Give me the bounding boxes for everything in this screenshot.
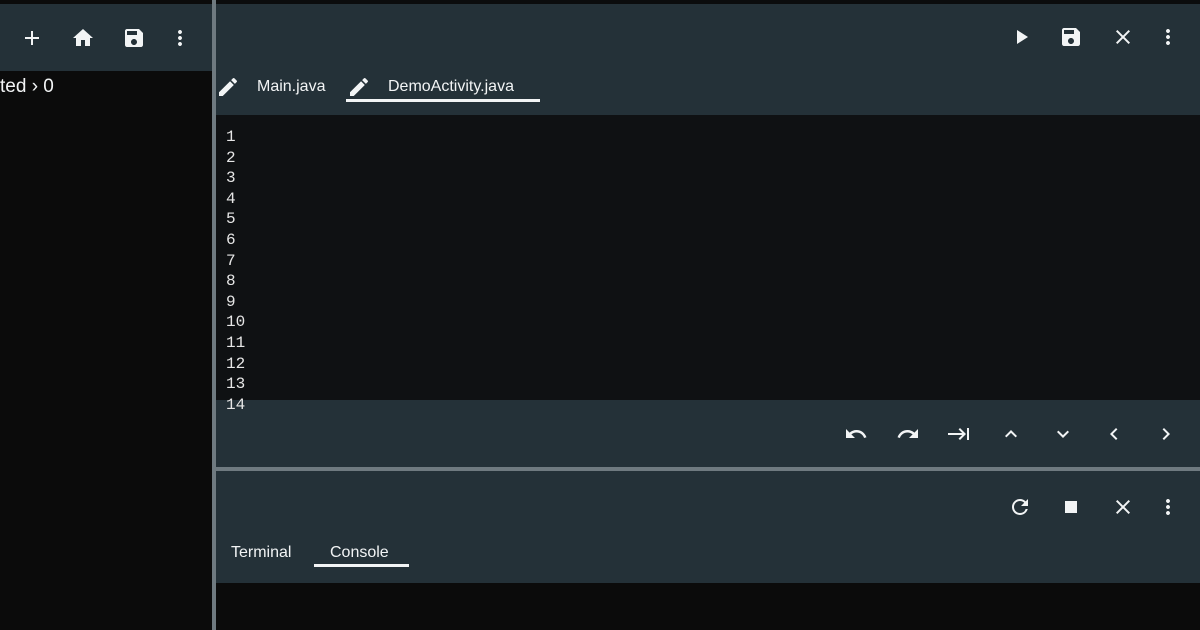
- line-number: 3: [226, 169, 236, 188]
- redo-icon[interactable]: [892, 418, 924, 450]
- app-root: ted › 0 Main.java DemoActivity.java 1 2 …: [0, 0, 1200, 630]
- save-icon[interactable]: [118, 22, 150, 54]
- file-explorer-panel: ted › 0: [0, 0, 212, 630]
- chevron-down-icon[interactable]: [1047, 418, 1079, 450]
- undo-icon[interactable]: [840, 418, 872, 450]
- code-editor[interactable]: 1 2 3 4 5 6 7 8 9 10 11 12 13 14: [216, 115, 1200, 414]
- editor-toolbar: [216, 4, 1200, 69]
- refresh-icon[interactable]: [1004, 491, 1036, 523]
- line-number: 12: [226, 354, 246, 373]
- chevron-up-icon[interactable]: [995, 418, 1027, 450]
- line-number-gutter: 1 2 3 4 5 6 7 8 9 10 11 12 13 14: [226, 127, 266, 415]
- edit-pencil-icon: [347, 75, 371, 99]
- tab-indent-icon[interactable]: [943, 418, 975, 450]
- tab-terminal[interactable]: Terminal: [231, 536, 291, 570]
- breadcrumb[interactable]: ted › 0: [0, 76, 54, 100]
- console-panel: Terminal Console: [216, 471, 1200, 583]
- tab-label: Console: [330, 544, 389, 561]
- line-number: 4: [226, 189, 236, 208]
- home-icon[interactable]: [67, 22, 99, 54]
- editor-tabs: Main.java DemoActivity.java: [216, 70, 1200, 112]
- chevron-right-icon[interactable]: [1150, 418, 1182, 450]
- plus-icon[interactable]: [16, 22, 48, 54]
- tab-label: Main.java: [257, 78, 326, 95]
- more-vert-icon[interactable]: [1152, 21, 1184, 53]
- line-number: 10: [226, 313, 246, 332]
- stop-icon[interactable]: [1055, 491, 1087, 523]
- line-number: 5: [226, 210, 236, 229]
- line-number: 8: [226, 272, 236, 291]
- editor-panel: Main.java DemoActivity.java 1 2 3 4 5 6 7 8 9 10 1…: [216, 4, 1200, 467]
- more-vert-icon[interactable]: [1152, 491, 1184, 523]
- tab-label: DemoActivity.java: [388, 78, 514, 95]
- active-tab-indicator: [346, 99, 540, 102]
- tab-label: Terminal: [231, 544, 292, 561]
- line-number: 6: [226, 230, 236, 249]
- edit-pencil-icon: [216, 75, 240, 99]
- line-number: 11: [226, 333, 246, 352]
- left-toolbar: [0, 4, 212, 71]
- play-icon[interactable]: [1005, 21, 1037, 53]
- chevron-left-icon[interactable]: [1098, 418, 1130, 450]
- save-icon[interactable]: [1055, 21, 1087, 53]
- line-number: 2: [226, 148, 236, 167]
- close-icon[interactable]: [1107, 21, 1139, 53]
- tab-main-java[interactable]: Main.java: [216, 70, 325, 104]
- line-number: 7: [226, 251, 236, 270]
- console-output[interactable]: [216, 583, 1200, 630]
- active-tab-indicator: [314, 564, 409, 567]
- editor-bottom-toolbar: [216, 401, 1200, 467]
- more-vert-icon[interactable]: [164, 22, 196, 54]
- line-number: 9: [226, 292, 236, 311]
- line-number: 13: [226, 375, 246, 394]
- line-number: 1: [226, 128, 236, 146]
- close-icon[interactable]: [1107, 491, 1139, 523]
